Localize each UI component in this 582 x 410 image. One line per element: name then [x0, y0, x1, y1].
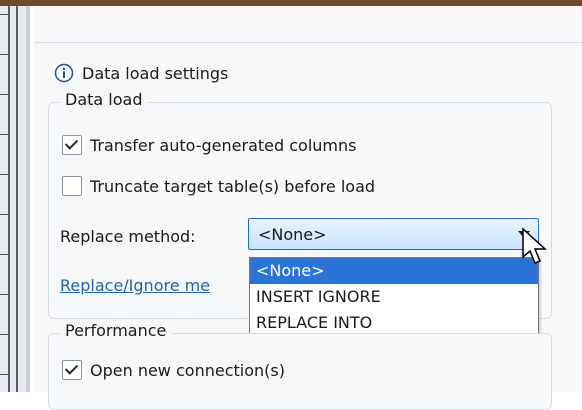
transfer-auto-generated-row[interactable]: Transfer auto-generated columns	[62, 135, 356, 155]
left-ruler	[0, 6, 30, 392]
replace-method-dropdown: <None> INSERT IGNORE REPLACE INTO	[249, 257, 539, 337]
data-load-group-title: Data load	[59, 90, 149, 109]
settings-title: Data load settings	[82, 63, 229, 83]
replace-method-selected-value: <None>	[258, 225, 327, 244]
open-new-connections-checkbox[interactable]	[62, 360, 82, 380]
truncate-target-checkbox[interactable]	[62, 176, 82, 196]
cursor-arrow-icon	[522, 227, 547, 264]
truncate-target-row[interactable]: Truncate target table(s) before load	[62, 176, 375, 196]
open-new-connections-label: Open new connection(s)	[90, 360, 285, 380]
performance-group-title: Performance	[59, 321, 173, 340]
replace-method-option-insert-ignore[interactable]: INSERT IGNORE	[250, 284, 538, 310]
truncate-target-label: Truncate target table(s) before load	[90, 176, 376, 196]
transfer-auto-generated-label: Transfer auto-generated columns	[90, 135, 357, 155]
open-new-connections-row[interactable]: Open new connection(s)	[62, 360, 285, 380]
settings-header: Data load settings	[54, 60, 228, 86]
replace-method-label: Replace method:	[60, 227, 196, 246]
panel-divider	[34, 42, 582, 43]
replace-method-option-none[interactable]: <None>	[250, 258, 538, 284]
info-icon	[54, 63, 74, 83]
replace-ignore-link[interactable]: Replace/Ignore me	[60, 276, 210, 295]
transfer-auto-generated-checkbox[interactable]	[62, 135, 82, 155]
replace-method-select[interactable]: <None>	[248, 218, 539, 250]
